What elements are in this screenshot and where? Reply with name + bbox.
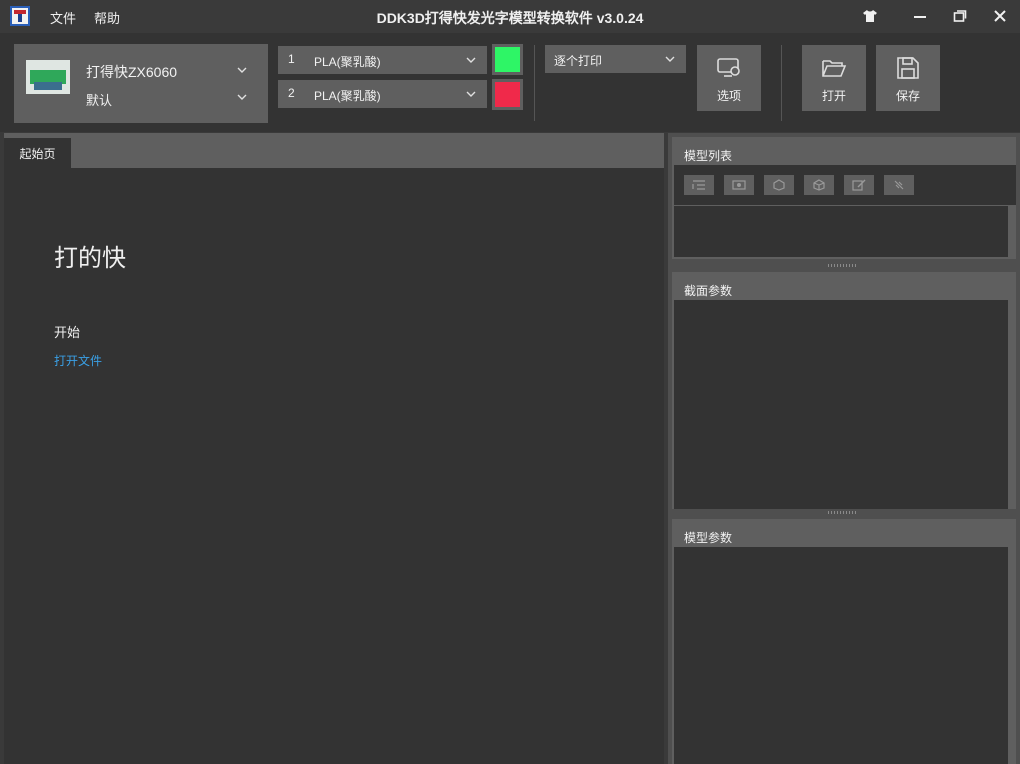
divider (781, 45, 782, 121)
scrollbar[interactable] (1008, 300, 1016, 509)
folder-open-icon (822, 60, 847, 77)
monitor-settings-icon (717, 58, 740, 77)
camera-icon[interactable] (724, 175, 754, 195)
close-icon[interactable] (988, 5, 1012, 27)
disable-icon[interactable] (884, 175, 914, 195)
save-label: 保存 (895, 89, 920, 103)
chevron-down-icon[interactable] (664, 53, 676, 65)
filament-index: 2 (288, 86, 295, 100)
model-list-panel: 模型列表 (672, 137, 1016, 259)
printer-name[interactable]: 打得快ZX6060 (86, 62, 177, 82)
start-page-panel (4, 133, 664, 764)
filament-color-2[interactable] (492, 79, 523, 110)
cube-icon[interactable] (804, 175, 834, 195)
chevron-down-icon[interactable] (465, 54, 477, 66)
shirt-icon[interactable] (858, 5, 882, 27)
scrollbar[interactable] (1008, 206, 1016, 257)
start-section-heading: 开始 (54, 325, 81, 340)
color-swatch (495, 47, 520, 72)
chevron-down-icon[interactable] (236, 91, 248, 103)
title-bar: 文件 帮助 DDK3D打得快发光字模型转换软件 v3.0.24 (0, 0, 1020, 33)
save-button[interactable]: 保存 (876, 45, 940, 111)
model-list-body (674, 206, 1008, 257)
open-button[interactable]: 打开 (802, 45, 866, 111)
chevron-down-icon[interactable] (236, 64, 248, 76)
filament-select-2[interactable]: 2 PLA(聚乳酸) (278, 80, 487, 108)
model-params-title: 模型参数 (684, 531, 733, 545)
printer-profile[interactable]: 默认 (86, 90, 112, 109)
printer-selector[interactable]: 打得快ZX6060 默认 (14, 44, 268, 123)
print-mode-value: 逐个打印 (554, 54, 603, 68)
save-icon (897, 57, 919, 79)
minimize-icon[interactable] (908, 5, 932, 27)
filament-index: 1 (288, 52, 295, 66)
tab-strip (4, 133, 664, 168)
scrollbar[interactable] (1008, 547, 1016, 764)
chevron-down-icon[interactable] (465, 88, 477, 100)
restore-icon[interactable] (948, 5, 972, 27)
splitter-handle[interactable] (828, 511, 858, 514)
edit-icon[interactable] (844, 175, 874, 195)
section-params-panel: 截面参数 (672, 272, 1016, 509)
model-params-body (674, 547, 1008, 764)
tab-start-page[interactable]: 起始页 (4, 138, 71, 169)
open-file-link[interactable]: 打开文件 (54, 352, 102, 369)
divider (534, 45, 535, 121)
section-params-title: 截面参数 (684, 284, 733, 298)
printer-thumbnail (26, 60, 70, 94)
splitter-handle[interactable] (828, 264, 858, 267)
print-mode-select[interactable]: 逐个打印 (545, 45, 686, 73)
filament-material: PLA(聚乳酸) (314, 89, 381, 103)
filament-color-1[interactable] (492, 44, 523, 75)
open-label: 打开 (821, 89, 846, 103)
section-params-body (674, 300, 1008, 509)
list-icon[interactable] (684, 175, 714, 195)
options-label: 选项 (716, 89, 741, 103)
filament-material: PLA(聚乳酸) (314, 55, 381, 69)
rotate-cube-icon[interactable] (764, 175, 794, 195)
toolbar: 打得快ZX6060 默认 1 PLA(聚乳酸) 2 PLA(聚乳酸) 逐个打印 (0, 33, 1020, 132)
model-list-title: 模型列表 (684, 149, 733, 163)
model-params-panel: 模型参数 (672, 519, 1016, 764)
start-page-title: 打的快 (54, 245, 126, 272)
options-button[interactable]: 选项 (697, 45, 761, 111)
filament-select-1[interactable]: 1 PLA(聚乳酸) (278, 46, 487, 74)
model-list-toolbar (674, 165, 1016, 205)
color-swatch (495, 82, 520, 107)
